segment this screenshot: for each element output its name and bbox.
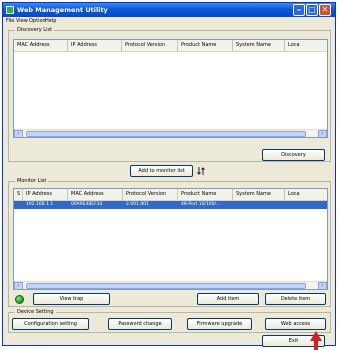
- add-to-monitor-button[interactable]: Add to monitor list: [130, 165, 193, 177]
- row-protocol: 2.001.001: [126, 202, 149, 207]
- view-trap-button[interactable]: View trap: [33, 293, 110, 305]
- monitor-group-label: Monitor List: [15, 178, 49, 185]
- scroll-right-icon[interactable]: ›: [318, 130, 327, 137]
- menu-bar: File View Option Help: [3, 17, 335, 25]
- device-setting-label: Device Setting: [15, 309, 56, 316]
- column-header-location[interactable]: Loca: [285, 189, 327, 200]
- menu-option[interactable]: Option: [29, 17, 46, 25]
- menu-help[interactable]: Help: [45, 17, 56, 25]
- table-row[interactable]: 192.168.1.1 00A9E48EF34 2.001.001 48-Por…: [14, 201, 327, 209]
- column-header-ip[interactable]: IP Address: [23, 189, 68, 200]
- row-product: 48-Port 10/100/...: [181, 202, 221, 207]
- menu-file[interactable]: File: [6, 17, 14, 25]
- scroll-thumb[interactable]: [26, 131, 306, 137]
- column-header-ip[interactable]: IP Address: [68, 40, 122, 51]
- scroll-left-icon[interactable]: ‹: [14, 282, 23, 289]
- maximize-button[interactable]: □: [306, 4, 318, 16]
- app-icon: [6, 6, 14, 14]
- discovery-horizontal-scrollbar[interactable]: ‹ ›: [14, 129, 327, 137]
- title-bar[interactable]: Web Management Utility – □ ✕: [3, 3, 335, 17]
- column-header-protocol[interactable]: Protocol Version: [123, 189, 178, 200]
- add-item-button[interactable]: Add item: [197, 293, 259, 305]
- column-header-mac[interactable]: MAC Address: [68, 189, 123, 200]
- minimize-button[interactable]: –: [293, 4, 305, 16]
- status-led-icon: [15, 295, 24, 304]
- column-header-product[interactable]: Product Name: [178, 189, 233, 200]
- web-access-button[interactable]: Web access: [265, 318, 326, 330]
- column-header-system[interactable]: System Name: [233, 189, 285, 200]
- column-header-mac[interactable]: MAC Address: [14, 40, 68, 51]
- monitor-horizontal-scrollbar[interactable]: ‹ ›: [14, 281, 327, 289]
- annotation-arrow-icon: [310, 331, 322, 350]
- discovery-group-label: Discovery List: [15, 27, 55, 34]
- menu-view[interactable]: View: [16, 17, 28, 25]
- row-status: [14, 201, 23, 209]
- discovery-group: Discovery List MAC Address IP Address Pr…: [8, 27, 331, 162]
- row-ip: 192.168.1.1: [26, 202, 54, 207]
- column-header-protocol[interactable]: Protocol Version: [122, 40, 178, 51]
- transfer-arrows-icon: [197, 167, 205, 175]
- window-title: Web Management Utility: [17, 6, 108, 14]
- monitor-table-header: S IP Address MAC Address Protocol Versio…: [14, 189, 327, 201]
- scroll-thumb[interactable]: [26, 283, 306, 289]
- monitor-group: Monitor List S IP Address MAC Address Pr…: [8, 178, 331, 307]
- column-header-location[interactable]: Loca: [285, 40, 327, 51]
- password-change-button[interactable]: Password change: [108, 318, 172, 330]
- scroll-left-icon[interactable]: ‹: [14, 130, 23, 137]
- column-header-product[interactable]: Product Name: [178, 40, 233, 51]
- configuration-setting-button[interactable]: Configuration setting: [12, 318, 89, 330]
- scroll-right-icon[interactable]: ›: [318, 282, 327, 289]
- monitor-table[interactable]: S IP Address MAC Address Protocol Versio…: [13, 188, 328, 290]
- column-header-system[interactable]: System Name: [233, 40, 285, 51]
- column-header-status[interactable]: S: [14, 189, 23, 200]
- delete-item-button[interactable]: Delete item: [265, 293, 326, 305]
- row-system: [233, 201, 285, 209]
- firmware-upgrade-button[interactable]: Firmware upgrade: [187, 318, 252, 330]
- close-button[interactable]: ✕: [319, 4, 331, 16]
- discovery-table-header: MAC Address IP Address Protocol Version …: [14, 40, 327, 52]
- discovery-button[interactable]: Discovery: [262, 149, 325, 161]
- row-mac: 00A9E48EF34: [71, 202, 103, 207]
- device-setting-group: Device Setting Configuration setting Pas…: [8, 309, 331, 333]
- row-location: [285, 201, 327, 209]
- app-window: Web Management Utility – □ ✕ File View O…: [2, 2, 336, 347]
- discovery-table[interactable]: MAC Address IP Address Protocol Version …: [13, 39, 328, 138]
